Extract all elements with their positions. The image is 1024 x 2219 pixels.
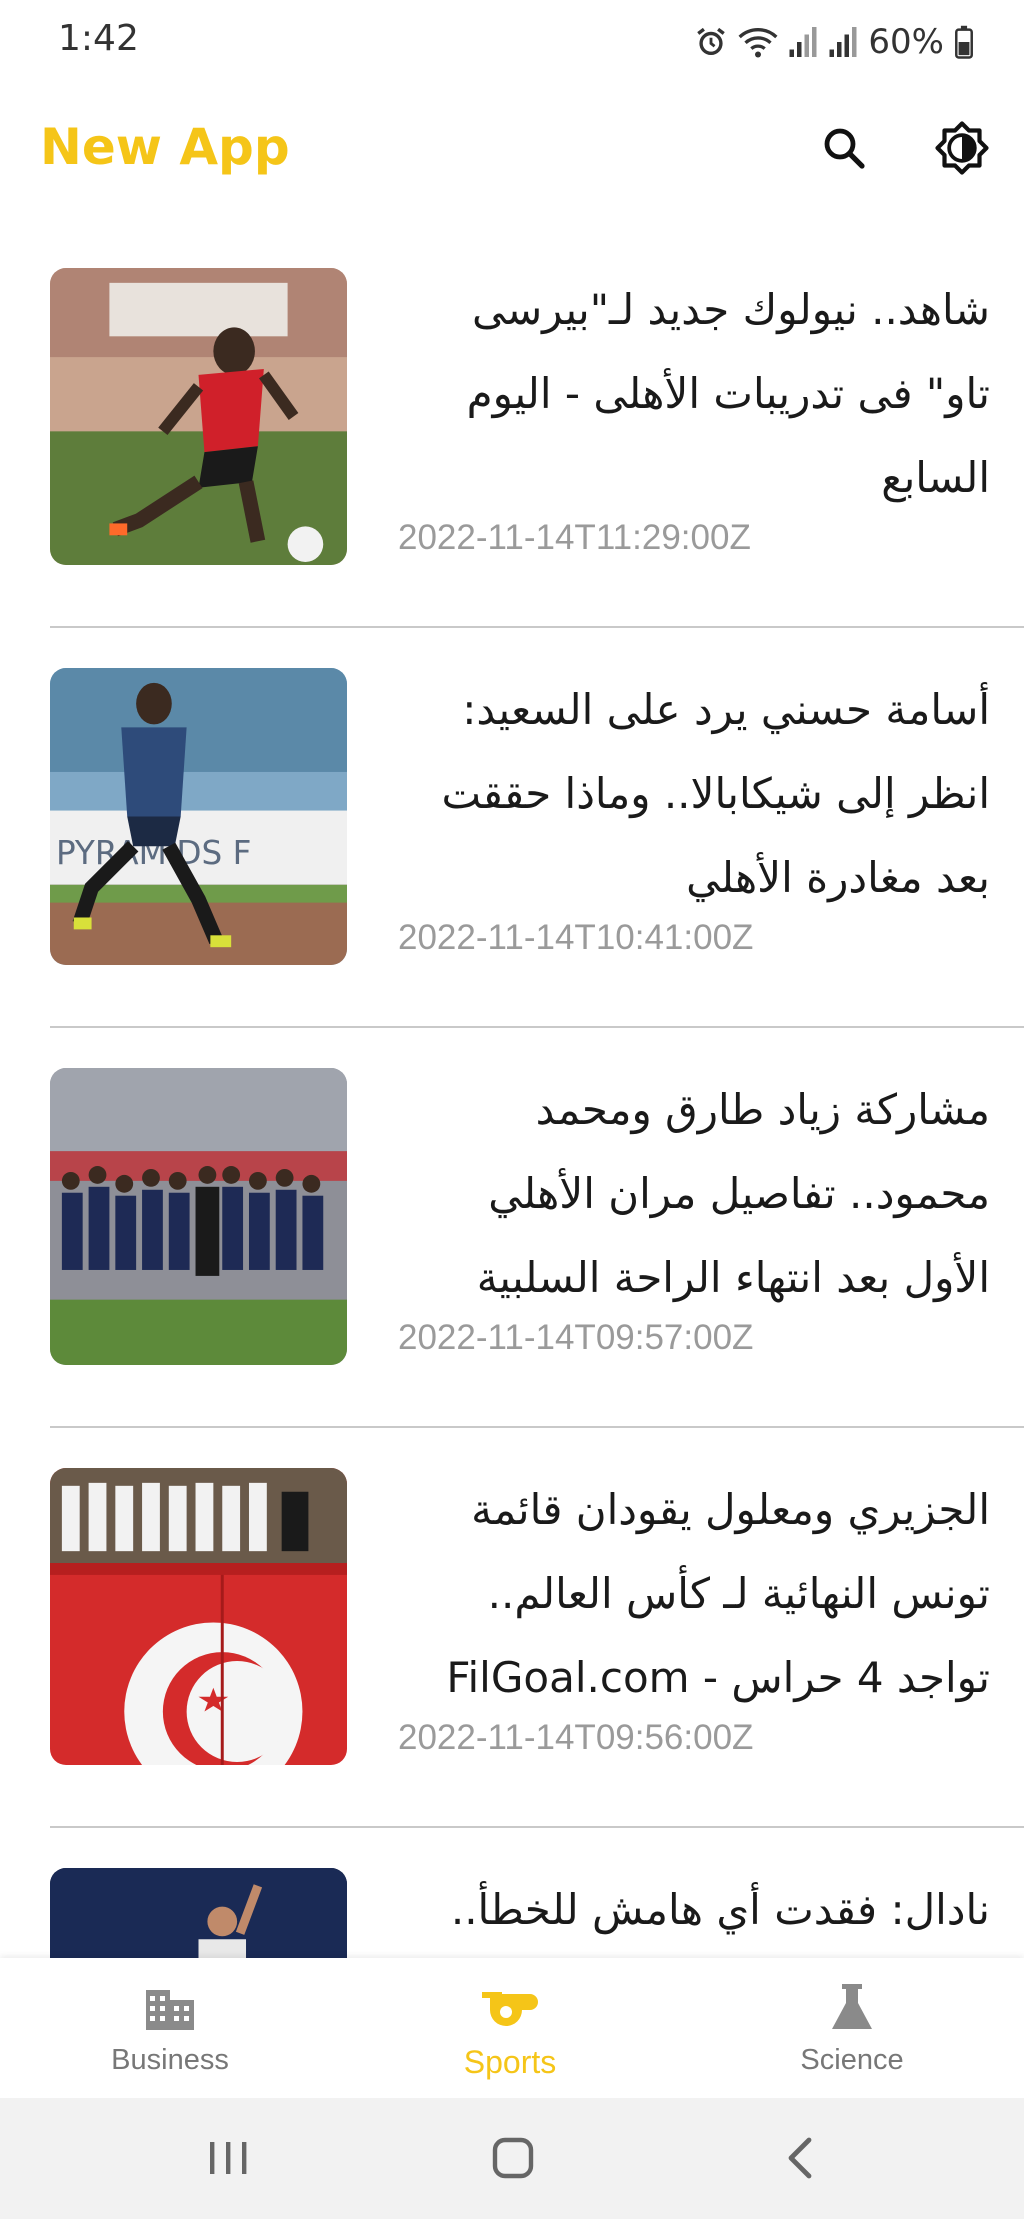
system-navigation-bar [0,2098,1024,2219]
article-item[interactable]: شاهد.. نيولوك جديد لـ"بيرسى تاو" فى تدري… [0,228,1024,628]
recents-button[interactable] [188,2128,268,2188]
nav-item-business[interactable]: Business [60,1958,280,2098]
article-thumbnail [50,1468,347,1765]
battery-icon [954,25,974,59]
article-title: نادال: فقدت أي هامش للخطأ.. [450,1885,990,1934]
status-time: 1:42 [58,18,139,59]
back-icon [788,2137,812,2179]
article-title: مشاركة زياد طارق ومحمد محمود.. تفاصيل مر… [476,1085,990,1302]
building-icon [142,1980,198,2036]
status-icons: 60% [694,18,974,66]
battery-percent: 60% [868,22,944,62]
flask-icon [824,1980,880,2036]
article-thumbnail [50,268,347,565]
alarm-icon [694,25,728,59]
signal-icon [788,25,818,59]
search-button[interactable] [812,116,876,180]
article-date: 2022-11-14T09:57:00Z [398,1318,754,1357]
search-icon [824,128,865,169]
whistle-icon [482,1980,538,2036]
bottom-navigation: Business Sports Science [0,1958,1024,2098]
article-item[interactable]: الجزيري ومعلول يقودان قائمة تونس النهائي… [0,1428,1024,1828]
article-item[interactable]: نادال: فقدت أي هامش للخطأ.. [0,1828,1024,1958]
nav-label: Sports [463,2044,557,2080]
article-item[interactable]: مشاركة زياد طارق ومحمد محمود.. تفاصيل مر… [0,1028,1024,1428]
home-icon [492,2137,534,2179]
recents-icon [210,2142,247,2174]
article-thumbnail [50,1868,347,1958]
article-date: 2022-11-14T09:56:00Z [398,1718,754,1757]
nav-item-science[interactable]: Science [742,1958,962,2098]
signal-icon [828,25,858,59]
nav-label: Business [111,2044,229,2076]
back-button[interactable] [760,2128,840,2188]
article-thumbnail: PYRAMIDS F [50,668,347,965]
app-title: New App [40,118,290,176]
wifi-icon [738,25,778,59]
nav-item-sports[interactable]: Sports [400,1958,620,2098]
status-bar: 1:42 60% [0,0,1024,82]
theme-toggle-button[interactable] [930,116,994,180]
nav-label: Science [800,2044,904,2076]
home-button[interactable] [473,2128,553,2188]
article-list[interactable]: شاهد.. نيولوك جديد لـ"بيرسى تاو" فى تدري… [0,228,1024,1958]
article-title: الجزيري ومعلول يقودان قائمة تونس النهائي… [446,1485,990,1702]
article-date: 2022-11-14T10:41:00Z [398,918,754,957]
brightness-icon [935,121,989,175]
article-item[interactable]: PYRAMIDS F أسامة حسني يرد على السعيد: ان… [0,628,1024,1028]
app-bar: New App [0,100,1024,196]
article-date: 2022-11-14T11:29:00Z [398,518,751,557]
article-title: شاهد.. نيولوك جديد لـ"بيرسى تاو" فى تدري… [466,285,990,502]
article-title: أسامة حسني يرد على السعيد: انظر إلى شيكا… [441,685,990,902]
article-thumbnail [50,1068,347,1365]
